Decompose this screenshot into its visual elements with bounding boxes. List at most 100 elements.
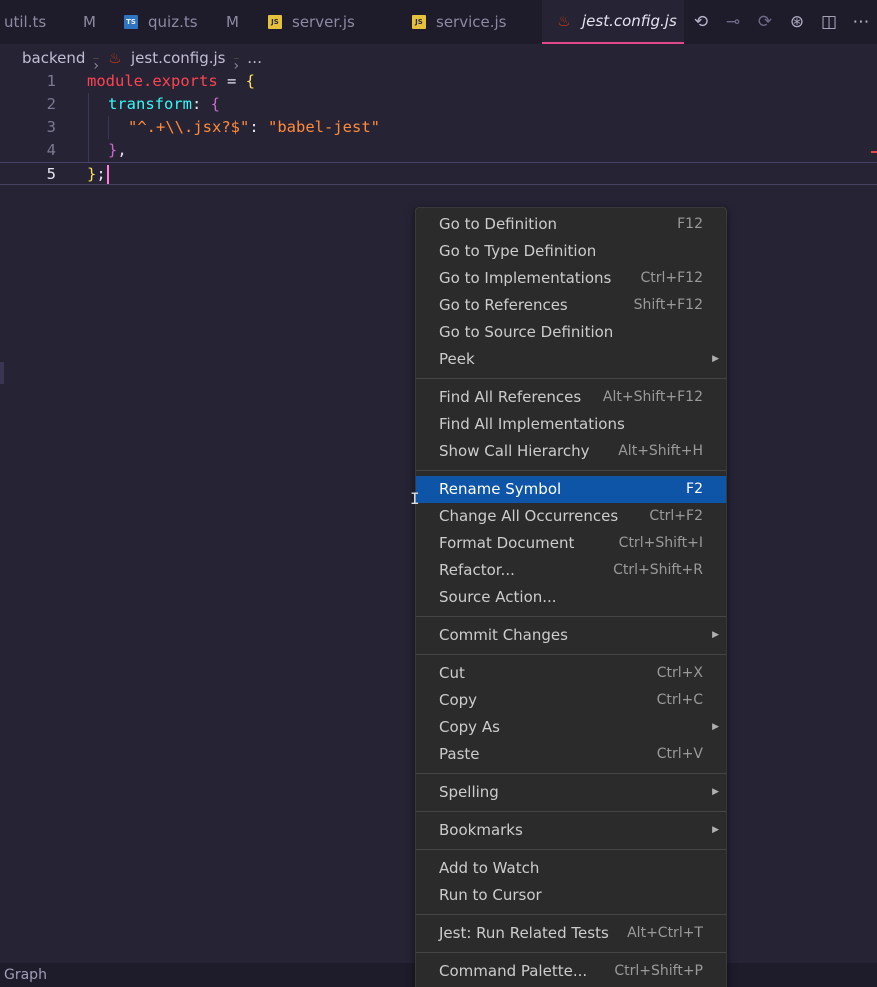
menu-separator <box>416 914 726 915</box>
modified-badge: M <box>83 13 96 31</box>
menu-item-bookmarks[interactable]: Bookmarks ▶ <box>416 817 726 844</box>
menu-item-shortcut: Alt+Ctrl+T <box>627 925 703 941</box>
menu-item-spelling[interactable]: Spelling ▶ <box>416 779 726 806</box>
menu-item-paste[interactable]: Paste Ctrl+V <box>416 741 726 768</box>
code-text: transform: { <box>108 95 221 113</box>
submenu-arrow-icon: ▶ <box>712 787 719 797</box>
menu-item-label: Change All Occurrences <box>439 507 619 525</box>
breadcrumb-more[interactable]: … <box>247 49 262 67</box>
menu-separator <box>416 654 726 655</box>
menu-item-run-to-cursor[interactable]: Run to Cursor <box>416 882 726 909</box>
menu-item-shortcut: F2 <box>686 481 703 497</box>
line-number: 5 <box>46 165 56 183</box>
text-cursor-pointer-icon: I <box>410 489 420 508</box>
menu-item-go-to-type-definition[interactable]: Go to Type Definition <box>416 238 726 265</box>
menu-item-cut[interactable]: Cut Ctrl+X <box>416 660 726 687</box>
menu-item-command-palette[interactable]: Command Palette... Ctrl+Shift+P <box>416 958 726 985</box>
menu-item-find-all-references[interactable]: Find All References Alt+Shift+F12 <box>416 384 726 411</box>
breadcrumb: backend › ♨ jest.config.js › … <box>22 47 262 74</box>
text-cursor <box>106 165 109 184</box>
menu-item-label: Commit Changes <box>439 626 568 644</box>
code-line: 3 "^.+\\.jsx?$": "babel-jest" <box>0 116 877 139</box>
tab-bar: util.ts M TS quiz.ts M JS server.js JS s… <box>0 0 877 44</box>
menu-item-go-to-source-definition[interactable]: Go to Source Definition <box>416 319 726 346</box>
menu-separator <box>416 773 726 774</box>
submenu-arrow-icon: ▶ <box>712 722 719 732</box>
menu-item-shortcut: Ctrl+F2 <box>649 508 703 524</box>
tab-label: service.js <box>436 13 507 31</box>
menu-item-label: Go to Definition <box>439 215 558 233</box>
menu-item-shortcut: Alt+Shift+H <box>618 443 703 459</box>
more-actions-icon[interactable]: ⋯ <box>851 12 871 32</box>
menu-item-label: Go to Type Definition <box>439 242 597 260</box>
tab-util-ts[interactable]: util.ts M <box>0 0 120 44</box>
menu-item-go-to-implementations[interactable]: Go to Implementations Ctrl+F12 <box>416 265 726 292</box>
menu-separator <box>416 378 726 379</box>
tab-server-js[interactable]: JS server.js <box>262 0 408 44</box>
code-text: module.exports = { <box>87 72 255 90</box>
menu-item-go-to-definition[interactable]: Go to Definition F12 <box>416 211 726 238</box>
menu-item-commit-changes[interactable]: Commit Changes ▶ <box>416 622 726 649</box>
tab-service-js[interactable]: JS service.js <box>408 0 542 44</box>
menu-item-label: Peek <box>439 350 475 368</box>
menu-item-format-document[interactable]: Format Document Ctrl+Shift+I <box>416 530 726 557</box>
code-editor[interactable]: 1 module.exports = { 2 transform: { 3 "^… <box>0 70 877 185</box>
line-number: 4 <box>46 141 56 159</box>
menu-item-copy[interactable]: Copy Ctrl+C <box>416 687 726 714</box>
tab-label: server.js <box>292 13 355 31</box>
menu-item-label: Format Document <box>439 534 575 552</box>
js-file-icon: JS <box>268 15 282 29</box>
menu-item-label: Find All Implementations <box>439 415 625 433</box>
menu-item-peek[interactable]: Peek ▶ <box>416 346 726 373</box>
menu-item-add-to-watch[interactable]: Add to Watch <box>416 855 726 882</box>
menu-item-label: Find All References <box>439 388 582 406</box>
breadcrumb-folder[interactable]: backend <box>22 49 85 67</box>
source-control-icon[interactable]: ⊛ <box>787 12 807 32</box>
menu-item-rename-symbol[interactable]: Rename Symbol F2 <box>416 476 726 503</box>
tab-jest-config-js[interactable]: ♨ jest.config.js <box>542 0 684 44</box>
menu-item-copy-as[interactable]: Copy As ▶ <box>416 714 726 741</box>
menu-item-shortcut: Ctrl+V <box>656 746 703 762</box>
tab-quiz-ts[interactable]: TS quiz.ts M <box>120 0 262 44</box>
menu-item-label: Go to Implementations <box>439 269 612 287</box>
submenu-arrow-icon: ▶ <box>712 630 719 640</box>
menu-item-label: Show Call Hierarchy <box>439 442 590 460</box>
chevron-right-icon: › <box>93 57 99 74</box>
menu-separator <box>416 952 726 953</box>
menu-item-change-all-occurrences[interactable]: Change All Occurrences Ctrl+F2 <box>416 503 726 530</box>
go-forward-dot-icon[interactable]: ⊸ <box>723 12 743 32</box>
menu-item-source-action[interactable]: Source Action... <box>416 584 726 611</box>
go-back-icon[interactable]: ⟲ <box>691 12 711 32</box>
chevron-right-icon: › <box>233 57 240 74</box>
menu-item-find-all-implementations[interactable]: Find All Implementations <box>416 411 726 438</box>
go-forward-icon[interactable]: ⟳ <box>755 12 775 32</box>
submenu-arrow-icon: ▶ <box>712 354 719 364</box>
tab-label: jest.config.js <box>582 12 677 30</box>
menu-item-jest-run-related-tests[interactable]: Jest: Run Related Tests Alt+Ctrl+T <box>416 920 726 947</box>
menu-item-label: Go to Source Definition <box>439 323 614 341</box>
menu-item-refactor[interactable]: Refactor... Ctrl+Shift+R <box>416 557 726 584</box>
code-line: 2 transform: { <box>0 93 877 116</box>
menu-item-go-to-references[interactable]: Go to References Shift+F12 <box>416 292 726 319</box>
split-editor-icon[interactable]: ◫ <box>819 12 839 32</box>
menu-item-shortcut: Ctrl+Shift+R <box>613 562 703 578</box>
menu-item-label: Spelling <box>439 783 499 801</box>
menu-item-label: Add to Watch <box>439 859 540 877</box>
code-text: }; <box>87 163 109 186</box>
ts-file-icon: TS <box>124 15 138 29</box>
editor-actions: ⟲ ⊸ ⟳ ⊛ ◫ ⋯ <box>691 0 871 44</box>
js-file-icon: JS <box>412 15 426 29</box>
context-menu: Go to Definition F12 Go to Type Definition… <box>415 207 727 987</box>
menu-separator <box>416 470 726 471</box>
menu-item-show-call-hierarchy[interactable]: Show Call Hierarchy Alt+Shift+H <box>416 438 726 465</box>
code-line: 1 module.exports = { <box>0 70 877 93</box>
menu-item-label: Go to References <box>439 296 568 314</box>
breadcrumb-file[interactable]: jest.config.js <box>131 49 226 67</box>
graph-label[interactable]: Graph <box>4 967 47 983</box>
tab-label: util.ts <box>4 13 47 31</box>
menu-item-label: Run to Cursor <box>439 886 542 904</box>
line-number: 3 <box>46 118 56 136</box>
menu-separator <box>416 811 726 812</box>
menu-item-label: Copy As <box>439 718 500 736</box>
menu-separator <box>416 849 726 850</box>
